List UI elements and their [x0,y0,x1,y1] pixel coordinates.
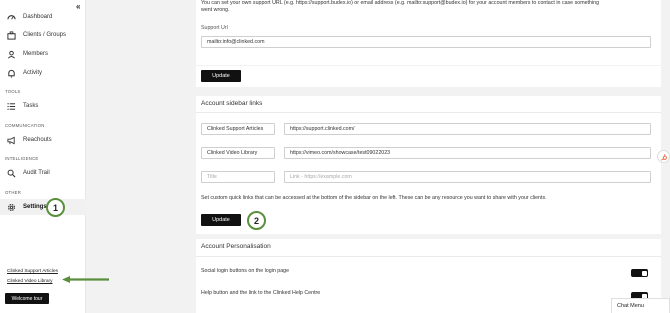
support-update-button[interactable]: Update [201,70,241,82]
social-login-label: Social login buttons on the login page [201,268,290,274]
link-title-input[interactable]: Clinked Video Library [201,147,275,159]
sidebar-item-label: Members [23,51,49,57]
support-card: You can set your own support URL (e.g. h… [196,0,661,65]
divider [196,256,661,257]
footer-link-support-articles[interactable]: Clinked Support Articles [7,269,58,274]
search-icon [7,169,16,178]
callout-badge-2: 2 [247,211,266,230]
new-link-title-input[interactable]: Title [201,171,275,183]
dashboard-icon [7,13,16,22]
sidebar: « Dashboard Clients / Groups Members Act… [0,0,86,313]
bell-icon [7,69,16,78]
megaphone-icon [7,136,16,145]
social-login-toggle[interactable] [631,269,648,277]
sidebar-links-card: Account sidebar links Clinked Support Ar… [196,96,661,234]
sidebar-item-clients-groups[interactable]: Clients / Groups [0,27,86,43]
support-url-label: Support Url [201,25,228,31]
briefcase-icon [7,30,16,40]
sidebar-item-label: Settings [23,204,47,210]
sidebar-item-settings[interactable]: Settings [0,199,86,215]
sidebar-item-activity[interactable]: Activity [0,65,86,81]
sidebar-item-label: Activity [23,70,43,76]
gear-icon [7,203,16,212]
section-label-tools: TOOLS [5,89,21,94]
sidebar-links-help: Set custom quick links that can be acces… [201,195,547,201]
support-update-row: Update [196,66,661,87]
list-icon [7,102,16,111]
sidebar-item-label: Tasks [23,103,39,109]
section-label-other: OTHER [5,190,22,195]
chat-menu-button[interactable]: Chat Menu [611,298,670,313]
footer-link-video-library[interactable]: Clinked Video Library [7,279,53,284]
section-label-communication: COMMUNICATION [5,123,45,128]
link-url-input[interactable]: https://vimeo.com/showcase/test09022023 [284,147,651,159]
sidebar-item-members[interactable]: Members [0,46,86,62]
sidebar-item-reachouts[interactable]: Reachouts [0,132,86,148]
sidebar-links-title: Account sidebar links [201,100,263,107]
sidebar-item-label: Dashboard [23,14,53,20]
link-url-input[interactable]: https://support.clinked.com/ [284,123,651,135]
sidebar-item-label: Clients / Groups [23,32,67,38]
sidebar-item-label: Reachouts [23,137,52,143]
new-link-url-input[interactable]: Link - https://example.com [284,171,651,183]
divider [196,112,661,113]
sidebar-item-dashboard[interactable]: Dashboard [0,9,86,25]
hubspot-icon[interactable] [657,150,670,163]
support-url-input[interactable]: mailto:info@clinked.com [201,36,651,48]
link-title-input[interactable]: Clinked Support Articles [201,123,275,135]
members-icon [7,50,16,59]
welcome-tour-button[interactable]: Welcome tour [5,293,49,304]
callout-badge-1: 1 [46,198,65,217]
sidebar-item-label: Audit Trail [23,170,50,176]
sidebar-item-audit-trail[interactable]: Audit Trail [0,165,86,181]
sidebar-links-update-button[interactable]: Update [201,214,241,226]
sidebar-item-tasks[interactable]: Tasks [0,98,86,114]
personalisation-card: Account Personalisation Social login but… [196,239,661,313]
arrow-left-icon [62,276,109,283]
help-button-label: Help button and the link to the Clinked … [201,290,321,296]
personalisation-title: Account Personalisation [201,243,271,250]
section-label-intelligence: INTELLIGENCE [5,156,39,161]
support-description-line-2: went wrong. [201,7,230,13]
support-description-line-1: You can set your own support URL (e.g. h… [201,0,600,6]
